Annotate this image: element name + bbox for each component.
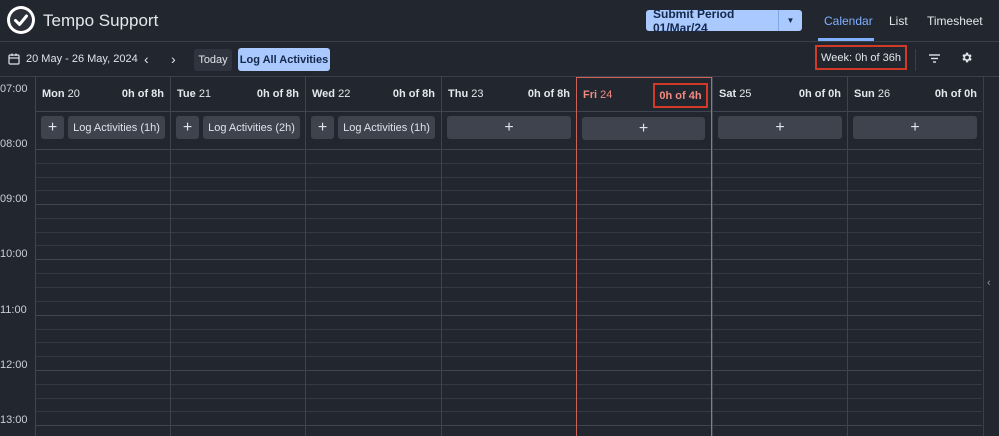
day-number: 25 [739,88,752,100]
gear-icon[interactable] [960,51,973,64]
add-worklog-button[interactable]: + [718,116,842,139]
calendar-grid: 07:00 08:00 09:00 10:00 11:00 12:00 13:0… [0,76,999,436]
day-column-thu[interactable]: Thu 23 0h of 8h + [441,77,576,436]
time-label: 10:00 [0,248,28,260]
add-worklog-button[interactable]: + [311,116,334,139]
calendar-toolbar: 20 May - 26 May, 2024 ‹ › Today Log All … [0,43,999,76]
time-label: 09:00 [0,193,28,205]
day-weekday: Thu [448,88,469,100]
day-header: Sat 25 0h of 0h [713,77,847,111]
day-hours-highlighted: 0h of 4h [653,83,708,108]
day-name: Sun 26 [854,88,890,100]
time-label: 08:00 [0,138,28,150]
day-number: 23 [471,88,484,100]
day-name: Fri 24 [583,89,612,101]
submit-period-label: Submit Period 01/Mar/24 [653,6,735,35]
today-button[interactable]: Today [194,49,232,71]
active-tab-indicator [818,38,874,41]
tempo-logo-icon [7,6,35,34]
add-worklog-button[interactable]: + [582,117,705,140]
day-column-mon[interactable]: Mon 20 0h of 8h + Log Activities (1h) [35,77,170,436]
chevron-left-icon[interactable]: ‹ [987,277,991,289]
day-number: 26 [877,88,891,100]
day-header: Mon 20 0h of 8h [36,77,170,111]
day-weekday: Mon [42,88,65,100]
time-axis: 07:00 08:00 09:00 10:00 11:00 12:00 13:0… [0,77,35,436]
day-hours: 0h of 8h [121,88,164,100]
day-column-wed[interactable]: Wed 22 0h of 8h + Log Activities (1h) [305,77,441,436]
day-number: 21 [198,88,212,100]
day-header: Wed 22 0h of 8h [306,77,441,111]
day-number: 24 [600,89,613,101]
log-activities-button[interactable]: Log Activities (1h) [338,116,435,139]
day-hours: 0h of 0h [798,88,841,100]
day-column-fri-today[interactable]: Fri 24 0h of 4h + [576,77,712,436]
day-header: Thu 23 0h of 8h [442,77,576,111]
week-hours-summary: Week: 0h of 36h [815,45,907,70]
caret-down-icon[interactable]: ▼ [779,16,802,25]
submit-period-button[interactable]: Submit Period 01/Mar/24 ▼ [646,7,802,35]
day-hours: 0h of 8h [256,88,299,100]
day-number: 20 [67,88,80,100]
day-name: Sat 25 [719,88,751,100]
toolbar-divider [915,49,916,71]
date-range[interactable]: 20 May - 26 May, 2024 [26,53,138,65]
previous-week-chevron-icon[interactable]: ‹ [144,51,149,67]
day-name: Thu 23 [448,88,483,100]
day-weekday: Sat [719,88,737,100]
tab-list[interactable]: List [889,14,908,28]
time-label: 11:00 [0,304,27,316]
add-worklog-button[interactable]: + [447,116,571,139]
day-name: Tue 21 [177,88,211,100]
day-weekday: Sun [854,88,875,100]
calendar-icon[interactable] [8,53,20,65]
day-weekday: Tue [177,88,196,100]
day-number: 22 [338,88,351,100]
add-worklog-button[interactable]: + [41,116,64,139]
log-all-activities-button[interactable]: Log All Activities [238,48,330,71]
day-header: Fri 24 0h of 4h [577,78,711,112]
day-column-sat[interactable]: Sat 25 0h of 0h + [712,77,847,436]
add-worklog-button[interactable]: + [853,116,977,139]
app-header: Tempo Support Submit Period 01/Mar/24 ▼ … [0,0,999,42]
day-hours: 0h of 8h [527,88,570,100]
day-header: Tue 21 0h of 8h [171,77,305,111]
log-activities-button[interactable]: Log Activities (2h) [203,116,300,139]
day-hours: 0h of 8h [392,88,435,100]
day-column-tue[interactable]: Tue 21 0h of 8h + Log Activities (2h) [170,77,305,436]
day-column-sun[interactable]: Sun 26 0h of 0h + [847,77,983,436]
day-hours: 0h of 0h [934,88,977,100]
time-label: 07:00 [0,83,28,95]
time-label: 12:00 [0,359,28,371]
log-activities-button[interactable]: Log Activities (1h) [68,116,165,139]
day-name: Wed 22 [312,88,350,100]
day-header: Sun 26 0h of 0h [848,77,983,111]
add-worklog-button[interactable]: + [176,116,199,139]
day-weekday: Wed [312,88,336,100]
time-label: 13:00 [0,414,28,426]
next-week-chevron-icon[interactable]: › [171,51,176,67]
tab-calendar[interactable]: Calendar [824,14,873,28]
day-weekday: Fri [583,89,598,101]
day-name: Mon 20 [42,88,80,100]
app-title: Tempo Support [43,11,159,30]
filter-icon[interactable] [928,53,941,64]
tab-timesheet[interactable]: Timesheet [927,14,983,28]
side-panel-collapse-handle[interactable]: ‹ [983,77,999,436]
